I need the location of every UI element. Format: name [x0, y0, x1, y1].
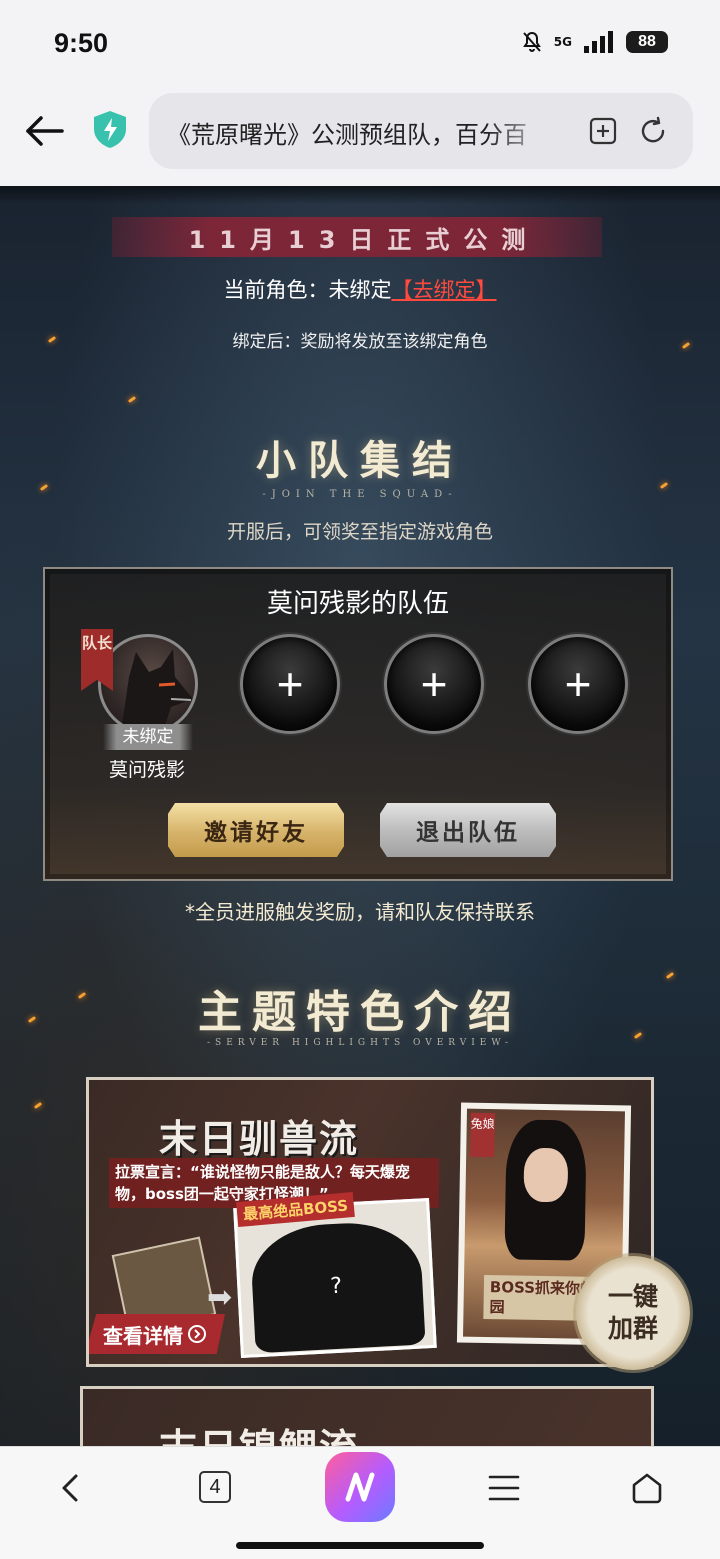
chevron-circle-icon: [188, 1325, 206, 1343]
join-group-line2: 加群: [607, 1314, 658, 1343]
squad-section-title: 小队集结: [256, 437, 464, 484]
leave-squad-button[interactable]: 退出队伍: [380, 803, 556, 857]
leader-avatar[interactable]: [98, 634, 198, 734]
leader-badge: 队长: [81, 629, 113, 691]
battery-indicator: 88: [626, 31, 668, 53]
squad-panel: 莫问残影的队伍 队长 未绑定 莫问残影 + + + 邀请好友 退出队伍: [43, 567, 673, 881]
bind-role-link[interactable]: 【去绑定】: [392, 278, 497, 302]
feature-card[interactable]: 末日驯兽流 拉票宣言：“谁说怪物只能是敌人？每天爆宠物，boss团一起守家打怪潮…: [86, 1077, 654, 1367]
bell-mute-icon: [522, 31, 541, 52]
status-bar: 9:50 5G 88: [0, 0, 720, 92]
launch-date-text: 11月13日正式公测: [188, 225, 540, 254]
bookmark-add-icon[interactable]: [588, 116, 618, 146]
view-details-label: 查看详情: [103, 1323, 183, 1348]
arrow-right-icon: ➡: [207, 1280, 233, 1315]
plus-icon: +: [420, 658, 448, 710]
tabs-button[interactable]: 4: [199, 1471, 231, 1503]
feature-card-title: 末日驯兽流: [159, 1116, 360, 1161]
leader-status-tag: 未绑定: [103, 724, 193, 750]
view-details-button[interactable]: 查看详情: [89, 1314, 225, 1354]
leader-name: 莫问残影: [108, 759, 185, 781]
status-time: 9:50: [54, 28, 109, 58]
squad-reward-note: *全员进服触发奖励，请和队友保持联系: [185, 900, 535, 924]
feature-card-title: 末日锦鲤流: [159, 1417, 359, 1446]
status-icons: 5G 88: [520, 30, 668, 54]
join-group-button[interactable]: 一键 加群: [576, 1256, 690, 1370]
web-content: 11月13日正式公测 当前角色：未绑定【去绑定】 绑定后：奖励将发放至该绑定角色…: [0, 186, 720, 1446]
current-role-label: 当前角色：未绑定: [223, 278, 392, 302]
home-indicator: [236, 1542, 484, 1549]
highlights-section-subtitle: -SERVER HIGHLIGHTS OVERVIEW-: [207, 1038, 513, 1048]
ember-particle: [127, 395, 137, 404]
invite-friends-button[interactable]: 邀请好友: [168, 803, 344, 857]
network-type: 5G: [553, 35, 572, 49]
squad-section-desc: 开服后，可领奖至指定游戏角色: [226, 521, 493, 543]
feature-card[interactable]: 末日锦鲤流: [80, 1386, 654, 1446]
empty-slot-button[interactable]: +: [240, 634, 340, 734]
boss-silhouette: ?: [249, 1219, 426, 1354]
photo-face: [523, 1147, 569, 1203]
plus-icon: +: [564, 658, 592, 710]
plus-icon: +: [276, 658, 304, 710]
address-bar[interactable]: 《荒原曙光》公测预组队，百分百: [149, 93, 693, 169]
wolf-avatar-icon: [121, 649, 193, 731]
page-title-url[interactable]: 《荒原曙光》公测预组队，百分百: [167, 115, 557, 147]
signal-icon: [584, 31, 613, 53]
menu-icon[interactable]: [487, 1473, 521, 1503]
chevron-left-icon[interactable]: [54, 1471, 88, 1505]
back-arrow-icon[interactable]: [24, 110, 66, 152]
header-decoration: [0, 186, 720, 204]
reload-icon[interactable]: [638, 116, 668, 146]
ai-logo-icon: [345, 1472, 375, 1502]
bind-note: 绑定后：奖励将发放至该绑定角色: [232, 332, 488, 352]
security-shield-icon[interactable]: [91, 109, 129, 149]
home-icon[interactable]: [630, 1471, 664, 1505]
join-group-line1: 一键: [607, 1282, 658, 1311]
streamer-tag: 兔娘: [470, 1112, 495, 1158]
squad-section-subtitle: -JOIN THE SQUAD-: [262, 489, 458, 500]
highlights-section-title: 主题特色介绍: [198, 987, 522, 1038]
current-role-line: 当前角色：未绑定【去绑定】: [0, 274, 720, 304]
ai-assistant-button[interactable]: [325, 1452, 395, 1522]
squad-name: 莫问残影的队伍: [266, 589, 449, 619]
empty-slot-button[interactable]: +: [528, 634, 628, 734]
browser-toolbar: 《荒原曙光》公测预组队，百分百: [0, 92, 720, 186]
ember-particle: [33, 1101, 43, 1110]
boss-mystery-mark: ?: [329, 1273, 343, 1300]
launch-date-banner: 11月13日正式公测: [112, 217, 602, 257]
empty-slot-button[interactable]: +: [384, 634, 484, 734]
